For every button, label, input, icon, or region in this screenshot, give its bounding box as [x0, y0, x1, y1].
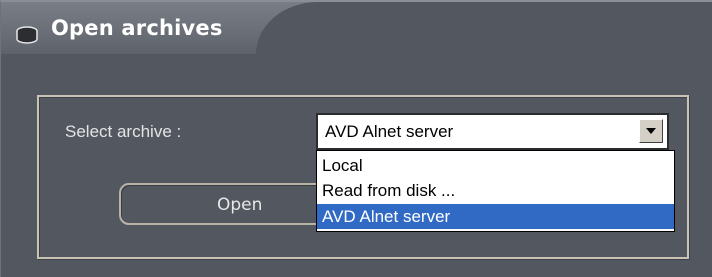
drive-icon — [16, 26, 38, 44]
dropdown-button[interactable] — [639, 119, 663, 143]
archive-combobox[interactable]: AVD Alnet server — [316, 113, 669, 150]
select-archive-label: Select archive : — [65, 122, 182, 141]
open-archives-window: Open archives Select archive : AVD Alnet… — [0, 0, 712, 277]
dropdown-option-local[interactable]: Local — [317, 153, 674, 178]
dropdown-option-avd-alnet-server[interactable]: AVD Alnet server — [317, 204, 674, 229]
chevron-down-icon — [646, 128, 656, 134]
archive-combobox-value: AVD Alnet server — [325, 122, 454, 141]
dropdown-option-read-from-disk[interactable]: Read from disk ... — [317, 178, 674, 203]
archive-dropdown-list[interactable]: Local Read from disk ... AVD Alnet serve… — [316, 150, 675, 232]
window-title: Open archives — [51, 16, 223, 40]
open-button-label: Open — [217, 195, 263, 215]
